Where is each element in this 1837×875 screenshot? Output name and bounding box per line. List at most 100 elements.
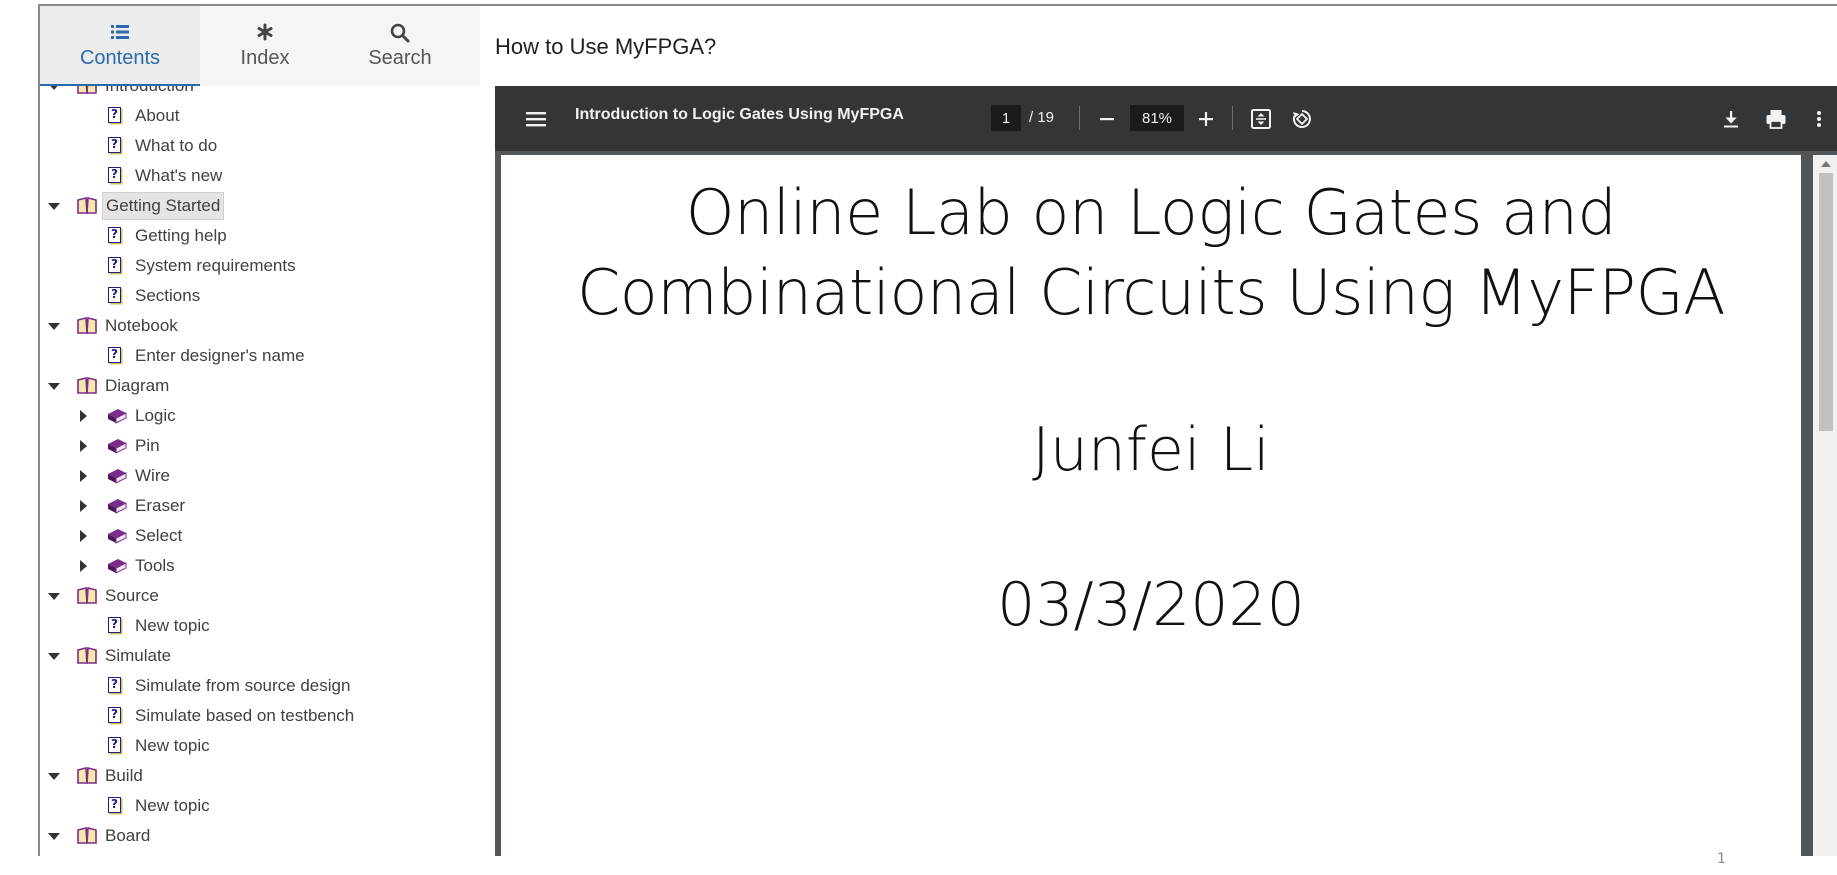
help-tabs: Contents Index Search	[40, 6, 480, 86]
toc-subbook[interactable]: Logic	[40, 402, 480, 430]
toc-book[interactable]: Diagram	[40, 372, 480, 400]
help-topic-icon: ?	[108, 107, 121, 123]
pdf-scrollbar[interactable]	[1813, 155, 1837, 856]
slide-title: Online Lab on Logic Gates and Combinatio…	[501, 173, 1801, 333]
zoom-level-input[interactable]	[1130, 105, 1184, 131]
toc-item-label: Introduction	[102, 86, 197, 100]
print-button[interactable]	[1761, 104, 1791, 134]
toc-subbook[interactable]: Wire	[40, 462, 480, 490]
help-topic-icon: ?	[108, 677, 121, 693]
expand-arrow-down-icon[interactable]	[48, 833, 60, 840]
collapse-arrow-right-icon[interactable]	[80, 530, 87, 542]
expand-arrow-down-icon[interactable]	[48, 593, 60, 600]
collapse-arrow-right-icon[interactable]	[80, 440, 87, 452]
asterisk-icon	[200, 22, 330, 44]
toc-item-label: Getting help	[135, 226, 227, 245]
collapse-arrow-right-icon[interactable]	[80, 500, 87, 512]
download-button[interactable]	[1716, 104, 1746, 134]
fit-to-page-button[interactable]	[1246, 104, 1276, 134]
toolbar-separator	[1079, 106, 1080, 130]
open-book-icon	[77, 377, 97, 394]
open-book-icon	[77, 317, 97, 334]
toc-topic[interactable]: ? Enter designer's name	[40, 342, 480, 370]
tab-contents[interactable]: Contents	[40, 6, 200, 86]
page-number-input[interactable]	[991, 105, 1021, 131]
more-options-button[interactable]	[1804, 104, 1834, 134]
toc-item-label: What to do	[135, 136, 218, 155]
toc-subbook[interactable]: Eraser	[40, 492, 480, 520]
toolbar-separator	[1232, 106, 1233, 130]
toc-item-label: Simulate based on testbench	[135, 706, 355, 725]
closed-book-icon	[108, 559, 127, 574]
toc-item-label: Notebook	[105, 316, 178, 335]
zoom-in-button[interactable]	[1191, 104, 1221, 134]
toc-topic[interactable]: ? What to do	[40, 132, 480, 160]
closed-book-icon	[108, 409, 127, 424]
toc-topic[interactable]: ? Sections	[40, 282, 480, 310]
toc-item-label: Logic	[135, 406, 176, 425]
scrollbar-thumb[interactable]	[1819, 173, 1833, 431]
expand-arrow-down-icon[interactable]	[48, 383, 60, 390]
toc-subbook[interactable]: Pin	[40, 432, 480, 460]
expand-arrow-down-icon[interactable]	[48, 203, 60, 210]
toc-subbook[interactable]: Tools	[40, 552, 480, 580]
expand-arrow-down-icon[interactable]	[48, 773, 60, 780]
pdf-toolbar: Introduction to Logic Gates Using MyFPGA…	[495, 86, 1837, 151]
slide-page-number: 1	[1717, 851, 1726, 867]
menu-button[interactable]	[521, 104, 551, 134]
toc-item-label: New topic	[135, 736, 210, 755]
closed-book-icon	[108, 439, 127, 454]
help-topic-icon: ?	[108, 257, 121, 273]
toc-topic[interactable]: ? Simulate based on testbench	[40, 702, 480, 730]
tab-index-label: Index	[240, 47, 290, 69]
expand-arrow-down-icon[interactable]	[48, 323, 60, 330]
toc-topic[interactable]: ? About	[40, 102, 480, 130]
toc-book[interactable]: Board	[40, 822, 480, 850]
slide-date: 03/3/2020	[997, 570, 1305, 640]
tab-search-label: Search	[368, 47, 432, 69]
toc-item-label: Board	[105, 826, 151, 845]
open-book-icon	[77, 767, 97, 784]
closed-book-icon	[108, 469, 127, 484]
tab-contents-label: Contents	[79, 47, 161, 69]
toc-topic[interactable]: ? New topic	[40, 792, 480, 820]
table-of-contents-tree: Introduction ? About? What to do ? What's new…	[40, 86, 480, 856]
toc-topic[interactable]: ? New topic	[40, 612, 480, 640]
toc-book[interactable]: Simulate	[40, 642, 480, 670]
toc-book[interactable]: Source	[40, 582, 480, 610]
rotate-button[interactable]	[1287, 104, 1317, 134]
toc-book[interactable]: Getting Started	[40, 192, 480, 220]
expand-arrow-down-icon[interactable]	[48, 653, 60, 660]
hamburger-menu-icon	[526, 112, 546, 127]
tab-index[interactable]: Index	[200, 6, 330, 86]
toc-book[interactable]: Introduction	[40, 86, 480, 100]
collapse-arrow-right-icon[interactable]	[80, 410, 87, 422]
toc-topic[interactable]: ? Getting help	[40, 222, 480, 250]
scroll-up-arrow-icon[interactable]	[1821, 161, 1831, 167]
help-navigation-pane: Contents Index Search ? About ? What to …	[40, 6, 480, 856]
page-title: How to Use MyFPGA?	[495, 34, 717, 59]
toc-item-label: Enter designer's name	[135, 346, 305, 365]
toc-item-label: Wire	[135, 466, 170, 485]
collapse-arrow-right-icon[interactable]	[80, 560, 87, 572]
toc-topic[interactable]: ? System requirements	[40, 252, 480, 280]
toc-topic[interactable]: ? Simulate from source design	[40, 672, 480, 700]
toc-topic[interactable]: ? What's new	[40, 162, 480, 190]
toc-book[interactable]: Notebook	[40, 312, 480, 340]
collapse-arrow-right-icon[interactable]	[80, 470, 87, 482]
help-topic-icon: ?	[108, 137, 121, 153]
toc-subbook[interactable]: Select	[40, 522, 480, 550]
expand-arrow-down-icon[interactable]	[48, 86, 60, 90]
toc-book[interactable]: Build	[40, 762, 480, 790]
toc-item-label: Sections	[135, 286, 201, 305]
pdf-page: Online Lab on Logic Gates and Combinatio…	[501, 155, 1801, 875]
zoom-out-button[interactable]	[1092, 104, 1122, 134]
help-topic-icon: ?	[108, 737, 121, 753]
toc-item-label: New topic	[135, 616, 210, 635]
help-topic-icon: ?	[108, 707, 121, 723]
minus-icon	[1100, 118, 1114, 121]
slide-author: Junfei Li	[1032, 415, 1270, 485]
tab-search[interactable]: Search	[330, 6, 470, 86]
pdf-document-title: Introduction to Logic Gates Using MyFPGA	[575, 106, 904, 123]
toc-topic[interactable]: ? New topic	[40, 732, 480, 760]
